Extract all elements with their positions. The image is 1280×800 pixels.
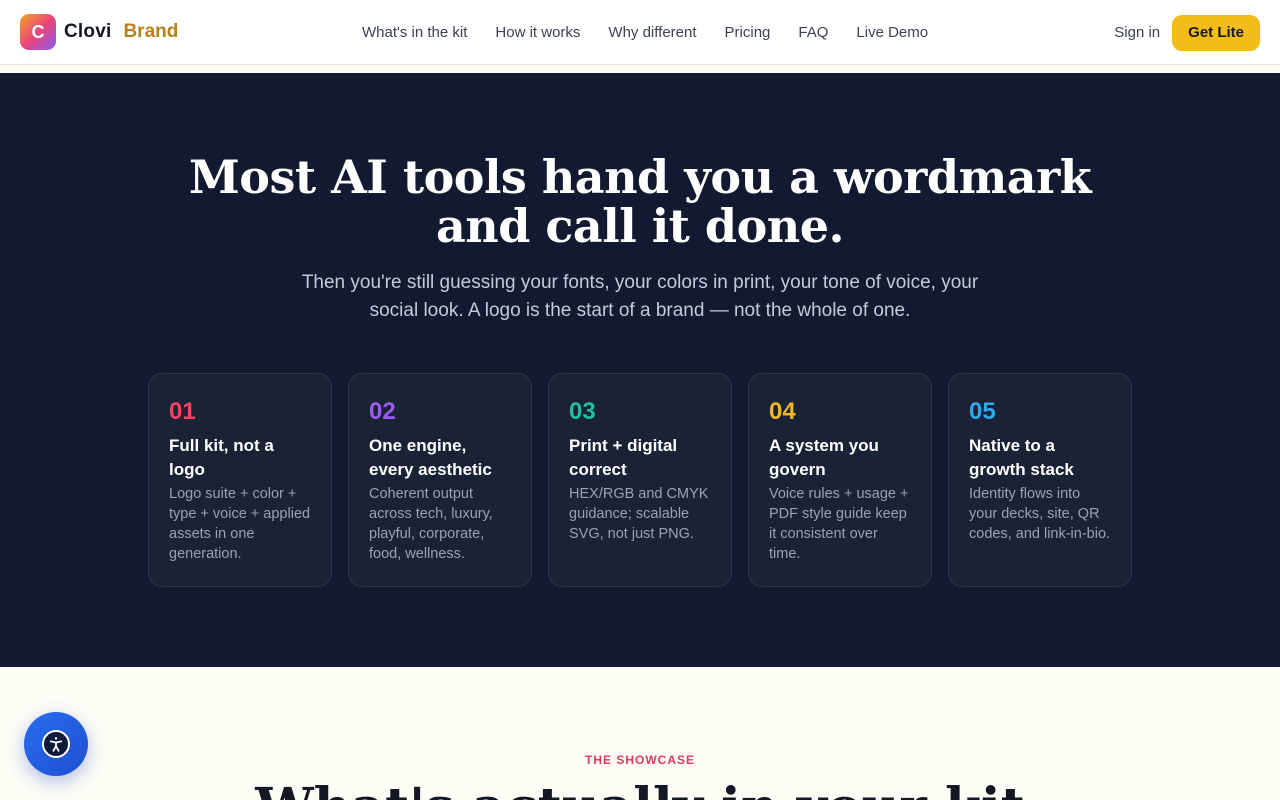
feature-card-5: 05 Native to a growth stack Identity flo…	[948, 373, 1132, 587]
card-number: 05	[969, 398, 996, 425]
card-description: Logo suite + color + type + voice + appl…	[169, 486, 311, 562]
section-headline: Most AI tools hand you a wordmark and ca…	[188, 150, 1092, 253]
card-description: Identity flows into your decks, site, QR…	[969, 486, 1111, 542]
card-title: Native to a growth stack	[969, 436, 1074, 479]
section-subhead: Then you're still guessing your fonts, y…	[301, 272, 979, 321]
logo-mark-icon: C	[20, 14, 56, 50]
nav-kit[interactable]: What's in the kit	[362, 24, 467, 41]
nav-how-it-works[interactable]: How it works	[495, 24, 580, 41]
feature-card-4: 04 A system you govern Voice rules + usa…	[748, 373, 932, 587]
card-description: Coherent output across tech, luxury, pla…	[369, 486, 493, 562]
card-title: Full kit, not a logo	[169, 436, 274, 479]
brand-accent: Brand	[123, 21, 179, 42]
card-number: 01	[169, 398, 196, 425]
brand-name: Clovi	[64, 21, 112, 42]
feature-card-1: 01 Full kit, not a logo Logo suite + col…	[148, 373, 332, 587]
card-title: One engine, every aesthetic	[369, 436, 492, 479]
feature-card-2: 02 One engine, every aesthetic Coherent …	[348, 373, 532, 587]
problem-section: Most AI tools hand you a wordmark and ca…	[0, 73, 1280, 667]
get-lite-button[interactable]: Get Lite	[1172, 14, 1260, 51]
header-actions: Sign in Get Lite	[1114, 0, 1260, 65]
card-title: A system you govern	[769, 436, 879, 479]
card-number: 03	[569, 398, 596, 425]
nav-faq[interactable]: FAQ	[798, 24, 828, 41]
accessibility-icon	[42, 730, 70, 758]
showcase-title: What's actually in your kit	[0, 778, 1280, 800]
feature-card-3: 03 Print + digital correct HEX/RGB and C…	[548, 373, 732, 587]
showcase-eyebrow: THE SHOWCASE	[584, 753, 695, 767]
card-description: Voice rules + usage + PDF style guide ke…	[769, 486, 909, 562]
card-number: 04	[769, 398, 796, 425]
feature-cards: 01 Full kit, not a logo Logo suite + col…	[148, 373, 1132, 587]
brand-logo[interactable]: C Clovi Brand	[20, 14, 178, 50]
nav-live-demo[interactable]: Live Demo	[856, 24, 928, 41]
nav-why-different[interactable]: Why different	[608, 24, 696, 41]
accessibility-button[interactable]	[24, 712, 88, 776]
nav-pricing[interactable]: Pricing	[725, 24, 771, 41]
card-number: 02	[369, 398, 396, 425]
site-header: C Clovi Brand What's in the kit How it w…	[0, 0, 1280, 65]
main-nav: What's in the kit How it works Why diffe…	[362, 0, 928, 65]
card-description: HEX/RGB and CMYK guidance; scalable SVG,…	[569, 486, 709, 542]
sign-in-link[interactable]: Sign in	[1114, 24, 1160, 41]
card-title: Print + digital correct	[569, 436, 678, 479]
